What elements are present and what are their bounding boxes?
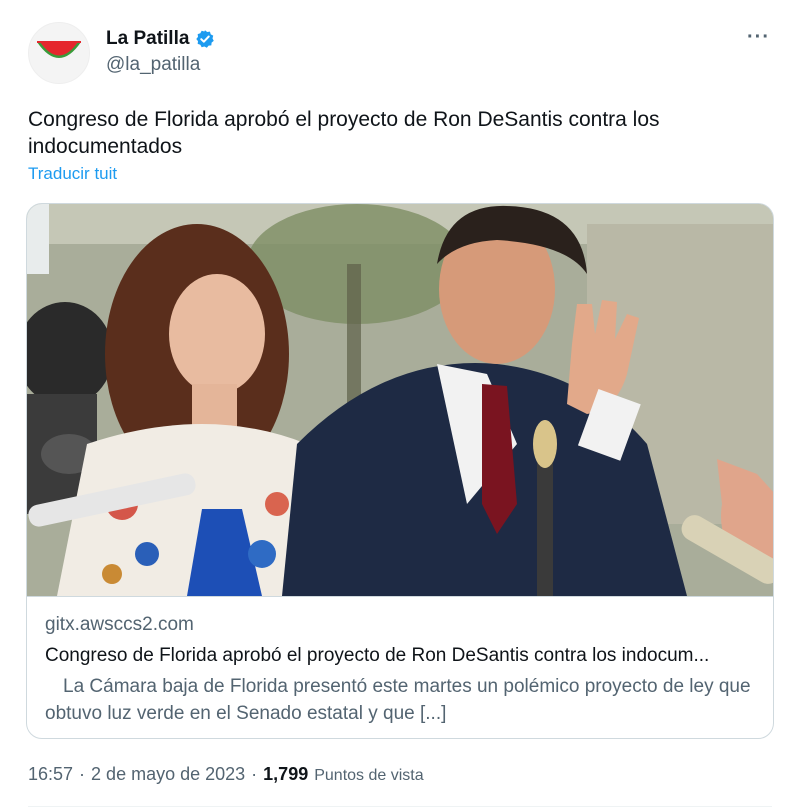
link-card[interactable]: gitx.awsccs2.com Congreso de Florida apr…: [26, 203, 774, 739]
card-description: La Cámara baja de Florida presentó este …: [45, 676, 751, 724]
tweet-meta: 16:57 · 2 de mayo de 2023 · 1,799 Puntos…: [28, 764, 424, 785]
views-count: 1,799: [263, 764, 309, 784]
tweet-date[interactable]: 2 de mayo de 2023: [91, 764, 245, 785]
tweet-time[interactable]: 16:57: [28, 764, 73, 785]
meta-separator: ·: [79, 764, 86, 784]
tweet[interactable]: La Patilla @la_patilla ··· Congreso de F…: [0, 0, 800, 812]
card-image[interactable]: [27, 204, 773, 597]
views-label: Puntos de vista: [314, 767, 424, 784]
divider: [28, 806, 772, 807]
verified-badge-icon: [196, 30, 215, 48]
avatar[interactable]: [28, 22, 90, 84]
card-title: Congreso de Florida aprobó el proyecto d…: [45, 645, 710, 666]
translate-link[interactable]: Traducir tuit: [28, 164, 117, 184]
news-photo: [27, 204, 773, 596]
card-body: gitx.awsccs2.com Congreso de Florida apr…: [45, 612, 757, 727]
more-options-icon[interactable]: ···: [747, 26, 770, 49]
meta-separator: ·: [251, 764, 258, 784]
display-name[interactable]: La Patilla: [106, 28, 189, 50]
handle[interactable]: @la_patilla: [106, 54, 215, 76]
watermelon-logo-icon: [37, 41, 81, 58]
tweet-text: Congreso de Florida aprobó el proyecto d…: [28, 108, 660, 158]
card-domain: gitx.awsccs2.com: [45, 614, 194, 635]
tweet-header: La Patilla @la_patilla ···: [28, 22, 778, 84]
author-names: La Patilla @la_patilla: [106, 28, 215, 76]
display-name-row: La Patilla: [106, 28, 215, 50]
